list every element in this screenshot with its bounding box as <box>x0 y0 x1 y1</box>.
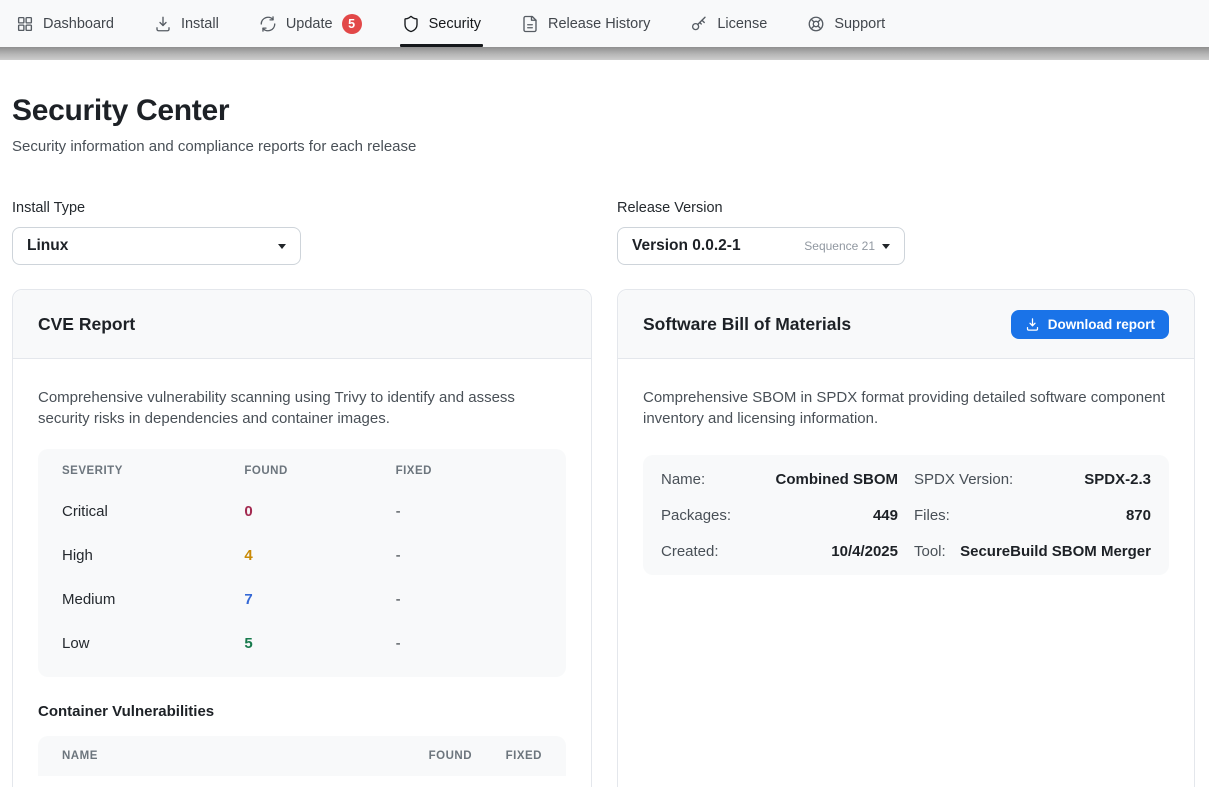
severity-row-high: High 4 - <box>62 533 542 577</box>
release-version-label: Release Version <box>617 200 1195 216</box>
install-type-label: Install Type <box>12 200 592 216</box>
sbom-detail-packages: Packages: 449 <box>661 497 898 533</box>
nav-item-support[interactable]: Support <box>807 0 885 47</box>
file-text-icon <box>521 15 539 33</box>
cve-card-body: Comprehensive vulnerability scanning usi… <box>13 359 591 776</box>
chevron-down-icon <box>278 244 286 249</box>
nav-item-update[interactable]: Update 5 <box>259 0 362 47</box>
nav-item-security[interactable]: Security <box>402 0 481 47</box>
release-version-filter: Release Version Version 0.0.2-1 Sequence… <box>617 200 1195 265</box>
download-report-button[interactable]: Download report <box>1011 310 1169 339</box>
lifebuoy-icon <box>807 15 825 33</box>
nav-label-dashboard: Dashboard <box>43 16 114 32</box>
sbom-detail-spdx-version: SPDX Version: SPDX-2.3 <box>914 461 1151 497</box>
cve-report-card: CVE Report Comprehensive vulnerability s… <box>12 289 592 787</box>
nav-item-dashboard[interactable]: Dashboard <box>16 0 114 47</box>
install-type-filter: Install Type Linux <box>12 200 592 265</box>
sbom-card-body: Comprehensive SBOM in SPDX format provid… <box>618 359 1194 575</box>
sbom-description: Comprehensive SBOM in SPDX format provid… <box>643 387 1169 429</box>
page-title: Security Center <box>12 94 1195 128</box>
nav-label-support: Support <box>834 16 885 32</box>
low-found-count: 5 <box>244 635 395 652</box>
nav-item-release-history[interactable]: Release History <box>521 0 650 47</box>
sbom-card-title: Software Bill of Materials <box>643 314 851 335</box>
chevron-down-icon <box>882 244 890 249</box>
active-tab-indicator <box>400 44 483 47</box>
container-vulnerabilities-title: Container Vulnerabilities <box>38 703 566 720</box>
sbom-card: Software Bill of Materials Download repo… <box>617 289 1195 787</box>
severity-table: SEVERITY FOUND FIXED Critical 0 - High 4… <box>38 449 566 677</box>
severity-row-critical: Critical 0 - <box>62 489 542 533</box>
nav-label-release-history: Release History <box>548 16 650 32</box>
nav-label-security: Security <box>429 16 481 32</box>
container-vulns-table-header: NAME FOUND FIXED <box>38 736 566 776</box>
sbom-detail-created: Created: 10/4/2025 <box>661 533 898 569</box>
high-found-count: 4 <box>244 547 395 564</box>
medium-found-count: 7 <box>244 591 395 608</box>
cv-found-col-header: FOUND <box>380 750 472 762</box>
fixed-col-header: FIXED <box>396 465 542 489</box>
sbom-details-table: Name: Combined SBOM SPDX Version: SPDX-2… <box>643 455 1169 575</box>
nav-label-install: Install <box>181 16 219 32</box>
release-version-select[interactable]: Version 0.0.2-1 Sequence 21 <box>617 227 905 265</box>
critical-found-count: 0 <box>244 503 395 520</box>
sbom-detail-files: Files: 870 <box>914 497 1151 533</box>
nav-item-install[interactable]: Install <box>154 0 219 47</box>
cve-description: Comprehensive vulnerability scanning usi… <box>38 387 566 429</box>
update-count-badge: 5 <box>342 14 362 34</box>
sbom-detail-name: Name: Combined SBOM <box>661 461 898 497</box>
page-subtitle: Security information and compliance repo… <box>12 138 1195 155</box>
filters-row: Install Type Linux Release Version Versi… <box>12 200 1195 265</box>
main-content: Security Center Security information and… <box>0 94 1209 787</box>
cve-card-header: CVE Report <box>13 290 591 359</box>
nav-label-license: License <box>717 16 767 32</box>
key-icon <box>690 15 708 33</box>
shield-icon <box>402 15 420 33</box>
install-type-value: Linux <box>27 237 68 255</box>
found-col-header: FOUND <box>244 465 395 489</box>
sbom-detail-tool: Tool: SecureBuild SBOM Merger <box>914 533 1151 569</box>
top-navigation: Dashboard Install Update 5 Security Rele… <box>0 0 1209 47</box>
download-report-label: Download report <box>1048 317 1155 332</box>
report-cards-row: CVE Report Comprehensive vulnerability s… <box>12 289 1195 787</box>
dashboard-grid-icon <box>16 15 34 33</box>
severity-table-header: SEVERITY FOUND FIXED <box>62 465 542 489</box>
refresh-icon <box>259 15 277 33</box>
download-icon <box>1025 317 1040 332</box>
download-icon <box>154 15 172 33</box>
nav-item-license[interactable]: License <box>690 0 767 47</box>
cv-name-col-header: NAME <box>62 750 380 762</box>
release-version-value: Version 0.0.2-1 <box>632 237 741 255</box>
severity-col-header: SEVERITY <box>62 465 244 489</box>
release-sequence-hint: Sequence 21 <box>804 239 875 253</box>
sbom-card-header: Software Bill of Materials Download repo… <box>618 290 1194 359</box>
nav-scroll-shadow <box>0 47 1209 60</box>
severity-row-medium: Medium 7 - <box>62 577 542 621</box>
cv-fixed-col-header: FIXED <box>472 750 542 762</box>
install-type-select[interactable]: Linux <box>12 227 301 265</box>
nav-label-update: Update <box>286 16 333 32</box>
severity-row-low: Low 5 - <box>62 621 542 665</box>
cve-card-title: CVE Report <box>38 314 135 335</box>
